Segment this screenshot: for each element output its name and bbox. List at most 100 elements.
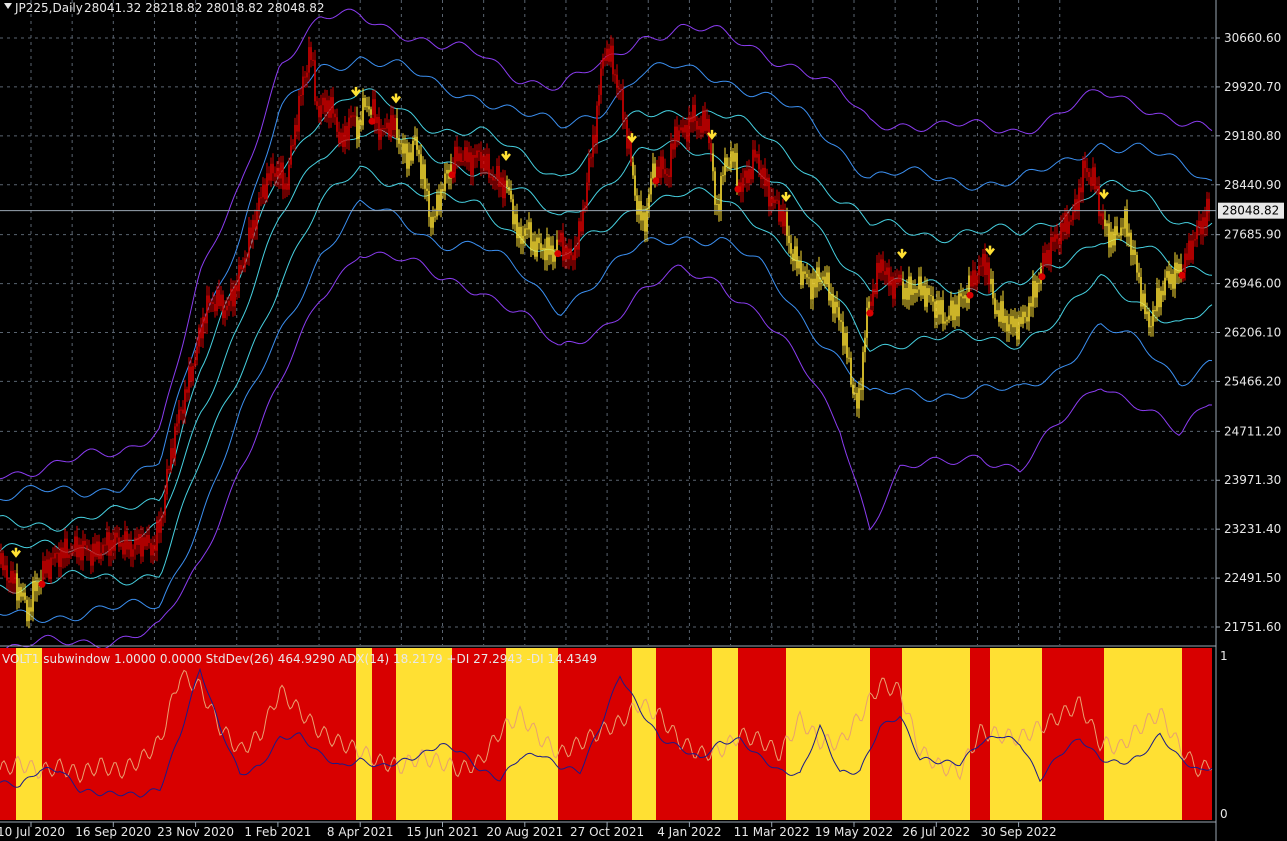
candle-body bbox=[886, 267, 888, 275]
candle-body bbox=[1172, 274, 1174, 289]
candle-body bbox=[948, 315, 950, 320]
candle-body bbox=[1152, 310, 1154, 327]
candle-body bbox=[1052, 237, 1054, 242]
candle-body bbox=[168, 469, 170, 470]
candle-body bbox=[1122, 227, 1124, 229]
candle-body bbox=[444, 173, 446, 191]
candle-body bbox=[834, 301, 836, 314]
candle-body bbox=[600, 68, 602, 95]
candle-body bbox=[558, 239, 560, 243]
candle-body bbox=[1042, 253, 1044, 269]
candle-body bbox=[570, 248, 572, 256]
candle-body bbox=[1096, 186, 1098, 190]
candle-body bbox=[878, 262, 880, 273]
candle-body bbox=[770, 197, 772, 207]
candle-body bbox=[276, 167, 278, 177]
candle-body bbox=[196, 346, 198, 361]
y-tick-label: 26946.00 bbox=[1224, 277, 1281, 291]
candle-body bbox=[360, 120, 362, 126]
candle-body bbox=[646, 208, 648, 232]
candle-body bbox=[412, 140, 414, 161]
candle-body bbox=[432, 216, 434, 228]
candle-body bbox=[86, 545, 88, 551]
candle-body bbox=[858, 388, 860, 409]
candle-body bbox=[408, 152, 410, 169]
candle-body bbox=[152, 544, 154, 556]
candle-body bbox=[972, 270, 974, 287]
candle-body bbox=[372, 99, 374, 115]
candle-body bbox=[66, 538, 68, 558]
candle-body bbox=[1144, 293, 1146, 315]
candle-body bbox=[146, 535, 148, 547]
candle-body bbox=[964, 295, 966, 299]
y-tick-label: 30660.60 bbox=[1224, 31, 1281, 45]
candle-body bbox=[296, 125, 298, 132]
candle-body bbox=[546, 237, 548, 261]
candle-body bbox=[336, 117, 338, 132]
candle-body bbox=[1158, 288, 1160, 308]
candle-body bbox=[588, 158, 590, 183]
current-price-label: 28048.82 bbox=[1222, 204, 1279, 218]
candle-body bbox=[254, 220, 256, 230]
candle-body bbox=[1004, 316, 1006, 323]
candle-body bbox=[944, 321, 946, 324]
candle-body bbox=[1132, 249, 1134, 255]
candle-body bbox=[880, 259, 882, 273]
candle-body bbox=[928, 288, 930, 296]
candle-body bbox=[90, 551, 92, 566]
subwindow-label: VOLT1 subwindow 1.0000 0.0000 StdDev(26)… bbox=[2, 652, 597, 666]
candle-body bbox=[1198, 220, 1200, 227]
candle-body bbox=[346, 126, 348, 141]
candle-body bbox=[192, 366, 194, 382]
candle-body bbox=[1092, 167, 1094, 186]
candle-body bbox=[562, 232, 564, 261]
candle-body bbox=[1034, 280, 1036, 298]
candle-body bbox=[836, 301, 838, 308]
candle-body bbox=[578, 221, 580, 250]
candle-body bbox=[278, 167, 280, 179]
candle-body bbox=[636, 195, 638, 215]
time-axis: 10 Jul 2020 16 Sep 2020 23 Nov 2020 1 Feb 2… bbox=[0, 821, 1216, 839]
candle-body bbox=[174, 426, 176, 459]
candle-body bbox=[762, 167, 764, 179]
candle-body bbox=[24, 592, 26, 600]
candle-body bbox=[420, 154, 422, 180]
candle-body bbox=[14, 573, 16, 584]
candle-body bbox=[938, 300, 940, 315]
candle-body bbox=[852, 384, 854, 394]
candle-body bbox=[1002, 301, 1004, 323]
candle-body bbox=[638, 201, 640, 215]
candle-body bbox=[322, 97, 324, 106]
y-tick-label: 29920.70 bbox=[1224, 80, 1281, 94]
candle-body bbox=[926, 288, 928, 307]
candle-body bbox=[534, 241, 536, 257]
candle-body bbox=[204, 316, 206, 324]
candle-body bbox=[208, 295, 210, 303]
candle-body bbox=[548, 237, 550, 255]
candle-body bbox=[784, 212, 786, 227]
x-tick-label: 11 Mar 2022 bbox=[734, 825, 810, 839]
candle-body bbox=[474, 155, 476, 158]
candle-body bbox=[18, 587, 20, 601]
candle-body bbox=[568, 248, 570, 260]
candle-body bbox=[442, 189, 444, 191]
candle-body bbox=[540, 243, 542, 251]
candle-body bbox=[910, 276, 912, 295]
candle-body bbox=[272, 163, 274, 174]
candle-body bbox=[822, 276, 824, 280]
candle-body bbox=[826, 272, 828, 285]
candle-body bbox=[240, 265, 242, 270]
candle-body bbox=[612, 45, 614, 75]
candle-body bbox=[662, 156, 664, 170]
candle-body bbox=[400, 143, 402, 145]
candle-body bbox=[1156, 288, 1158, 312]
candle-body bbox=[724, 157, 726, 176]
candle-body bbox=[238, 265, 240, 292]
candle-body bbox=[194, 360, 196, 366]
candle-body bbox=[716, 204, 718, 205]
candle-body bbox=[608, 48, 610, 62]
candle-body bbox=[884, 271, 886, 275]
candle-body bbox=[228, 300, 230, 306]
candle-body bbox=[102, 544, 104, 553]
candle-body bbox=[1164, 277, 1166, 296]
